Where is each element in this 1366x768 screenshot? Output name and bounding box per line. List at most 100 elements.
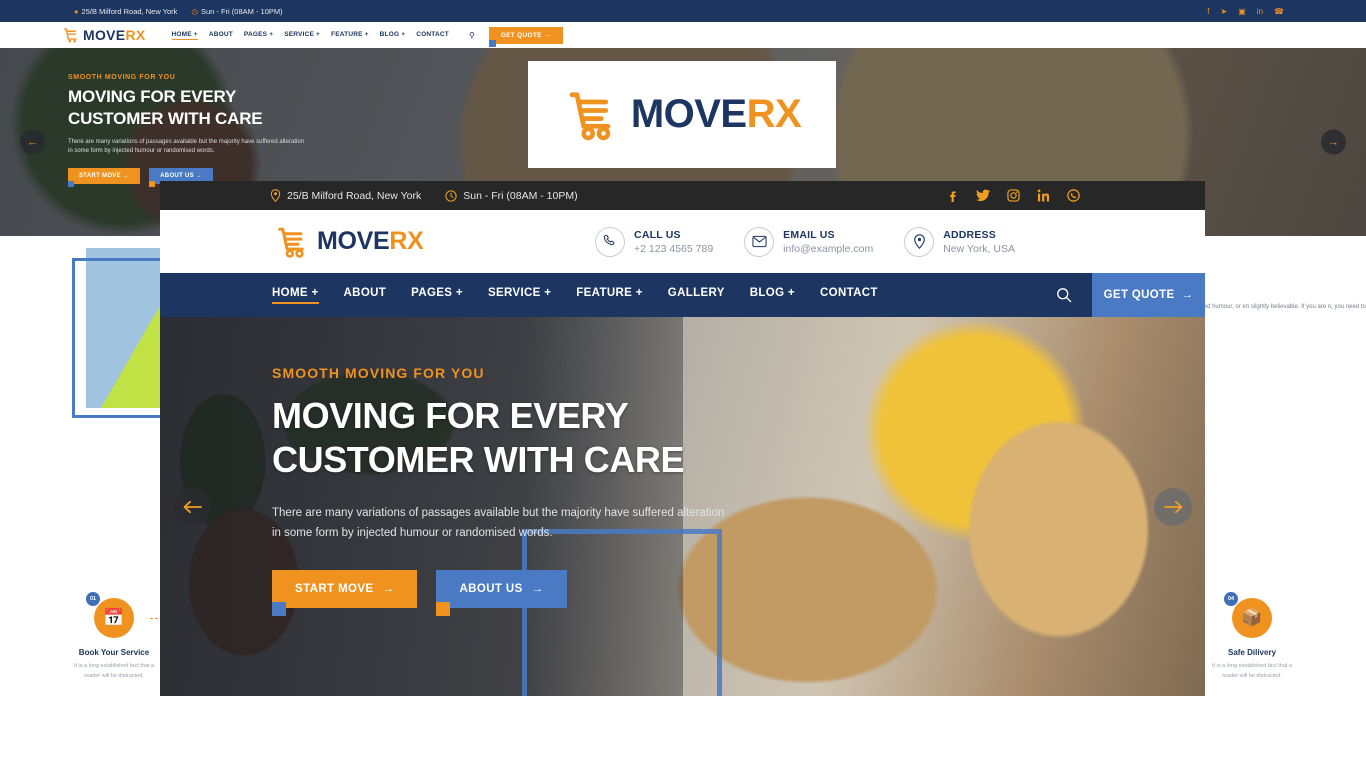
- hero-paragraph-line1: There are many variations of passages av…: [272, 506, 725, 519]
- topbar-hours-text: Sun - Fri (08AM - 10PM): [463, 189, 578, 202]
- background-hero-p1: There are many variations of passages av…: [68, 138, 305, 145]
- background-hero-title: MOVING FOR EVERY CUSTOMER WITH CARE: [68, 86, 304, 130]
- nav-item-pages[interactable]: PAGES +: [411, 287, 463, 304]
- background-navbar: MOVERX HOME + ABOUT PAGES + SERVICE + FE…: [0, 22, 1366, 48]
- contact-email-us[interactable]: EMAIL US info@example.com: [744, 226, 874, 257]
- contact-address[interactable]: ADDRESS New York, USA: [904, 226, 1015, 257]
- background-topbar: ● 25/B Milford Road, New York ◷ Sun - Fr…: [0, 0, 1366, 22]
- nav-right: GET QUOTE →: [1056, 273, 1205, 317]
- logo-text-b: RX: [389, 227, 424, 255]
- topbar-hours: Sun - Fri (08AM - 10PM): [445, 189, 578, 202]
- header-middle: MOVERX CALL US +2 123 4565 789 EMAIL US …: [160, 210, 1205, 273]
- background-hours-text: Sun - Fri (08AM - 10PM): [200, 6, 283, 16]
- envelope-icon: [744, 226, 775, 257]
- site-logo[interactable]: MOVERX: [274, 225, 424, 259]
- arrow-left-icon: [183, 500, 202, 513]
- background-hero-title-1: MOVING FOR EVERY: [68, 87, 237, 106]
- twitter-icon[interactable]: [976, 189, 990, 202]
- nav-menu: HOME + ABOUT PAGES + SERVICE + FEATURE +…: [272, 287, 878, 304]
- background-feature-4-badge: 04: [1224, 592, 1238, 606]
- facebook-icon[interactable]: [946, 189, 959, 202]
- logo-panel-text-a: MOVE: [630, 92, 747, 136]
- hero-title-line2: CUSTOMER WITH CARE: [272, 438, 685, 480]
- background-nav-home[interactable]: HOME +: [171, 31, 198, 40]
- whatsapp-icon[interactable]: [1067, 189, 1080, 202]
- background-nav-about[interactable]: ABOUT: [209, 31, 233, 40]
- start-move-button[interactable]: START MOVE →: [272, 570, 418, 617]
- nav-item-feature[interactable]: FEATURE +: [576, 287, 643, 304]
- background-nav-pages[interactable]: PAGES +: [244, 31, 273, 40]
- phone-icon: [595, 226, 626, 257]
- background-quote-label: GET QUOTE: [500, 31, 542, 39]
- background-logo-text-a: MOVE: [83, 27, 126, 43]
- about-us-label: ABOUT US: [459, 583, 523, 596]
- search-icon[interactable]: [1056, 287, 1072, 303]
- location-pin-icon: [270, 189, 281, 202]
- twitter-icon[interactable]: ➤: [1221, 7, 1228, 16]
- hero-buttons: START MOVE → ABOUT US →: [272, 570, 772, 617]
- contact-email-value: info@example.com: [783, 242, 874, 255]
- facebook-icon[interactable]: f: [1207, 7, 1209, 16]
- hero-next-button[interactable]: [1154, 487, 1192, 526]
- location-pin-icon: ●: [74, 6, 79, 16]
- background-address: ● 25/B Milford Road, New York: [74, 7, 177, 16]
- hand-truck-icon: [64, 27, 77, 42]
- linkedin-icon[interactable]: [1037, 189, 1050, 202]
- background-hero-text: SMOOTH MOVING FOR YOU MOVING FOR EVERY C…: [68, 74, 304, 188]
- package-delivery-icon: 04 📦: [1224, 592, 1272, 638]
- background-nav-service[interactable]: SERVICE +: [284, 31, 320, 40]
- background-start-move-button[interactable]: START MOVE →: [68, 168, 141, 188]
- background-logo[interactable]: MOVERX: [62, 27, 146, 44]
- nav-item-contact[interactable]: CONTACT: [820, 287, 878, 304]
- nav-item-gallery[interactable]: GALLERY: [668, 287, 725, 304]
- clock-icon: [445, 189, 457, 202]
- instagram-icon[interactable]: [1007, 189, 1020, 202]
- main-navigation: HOME + ABOUT PAGES + SERVICE + FEATURE +…: [160, 273, 1205, 317]
- about-us-button[interactable]: ABOUT US →: [436, 570, 567, 617]
- background-search-icon[interactable]: ⚲: [469, 31, 475, 40]
- hand-truck-icon: [278, 227, 304, 258]
- contact-email-title: EMAIL US: [783, 228, 835, 241]
- contact-call-title: CALL US: [634, 228, 681, 241]
- background-hero-prev[interactable]: ←: [20, 129, 45, 155]
- hero-title-line1: MOVING FOR EVERY: [272, 395, 629, 436]
- logo-text-a: MOVE: [317, 227, 390, 255]
- social-links: [946, 189, 1080, 202]
- background-hero-paragraph: There are many variations of passages av…: [68, 138, 304, 157]
- background-social-links: f ➤ ▣ in ☎: [1207, 7, 1284, 16]
- nav-item-home[interactable]: HOME +: [272, 287, 319, 304]
- start-move-label: START MOVE: [295, 583, 374, 596]
- background-nav-contact[interactable]: CONTACT: [416, 31, 449, 40]
- arrow-right-icon: →: [531, 583, 544, 596]
- header-contacts: CALL US +2 123 4565 789 EMAIL US info@ex…: [595, 226, 1015, 257]
- foreground-preview-panel: 25/B Milford Road, New York Sun - Fri (0…: [160, 181, 1205, 696]
- topbar-address: 25/B Milford Road, New York: [270, 189, 421, 202]
- topbar-info: 25/B Milford Road, New York Sun - Fri (0…: [270, 189, 578, 202]
- whatsapp-icon[interactable]: ☎: [1274, 7, 1284, 16]
- location-pin-icon: [904, 226, 935, 257]
- instagram-icon[interactable]: ▣: [1238, 7, 1246, 16]
- nav-item-service[interactable]: SERVICE +: [488, 287, 551, 304]
- background-nav-blog[interactable]: BLOG +: [380, 31, 406, 40]
- nav-item-blog[interactable]: BLOG +: [750, 287, 795, 304]
- background-get-quote-button[interactable]: GET QUOTE →: [488, 26, 563, 47]
- contact-call-us[interactable]: CALL US +2 123 4565 789: [595, 226, 713, 257]
- hero-title: MOVING FOR EVERY CUSTOMER WITH CARE: [272, 394, 772, 482]
- background-address-text: 25/B Milford Road, New York: [81, 6, 178, 16]
- background-nav-feature[interactable]: FEATURE +: [331, 31, 369, 40]
- background-logo-text-b: RX: [125, 27, 146, 43]
- hero-subtitle: SMOOTH MOVING FOR YOU: [272, 365, 485, 381]
- get-quote-label: GET QUOTE: [1103, 289, 1175, 301]
- linkedin-icon[interactable]: in: [1257, 7, 1263, 16]
- arrow-right-icon: →: [543, 31, 551, 39]
- get-quote-button[interactable]: GET QUOTE →: [1092, 273, 1205, 317]
- brand-logo-panel: MOVERX: [528, 61, 836, 168]
- hero-prev-button[interactable]: [173, 487, 211, 526]
- arrow-right-icon: →: [1181, 289, 1194, 301]
- background-hero-subtitle: SMOOTH MOVING FOR YOU: [68, 74, 176, 81]
- background-feature-1-badge: 01: [86, 592, 100, 606]
- background-hero-next[interactable]: →: [1321, 129, 1346, 155]
- nav-item-about[interactable]: ABOUT: [344, 287, 387, 304]
- logo-panel-text-b: RX: [746, 92, 802, 136]
- hero-paragraph: There are many variations of passages av…: [272, 503, 772, 543]
